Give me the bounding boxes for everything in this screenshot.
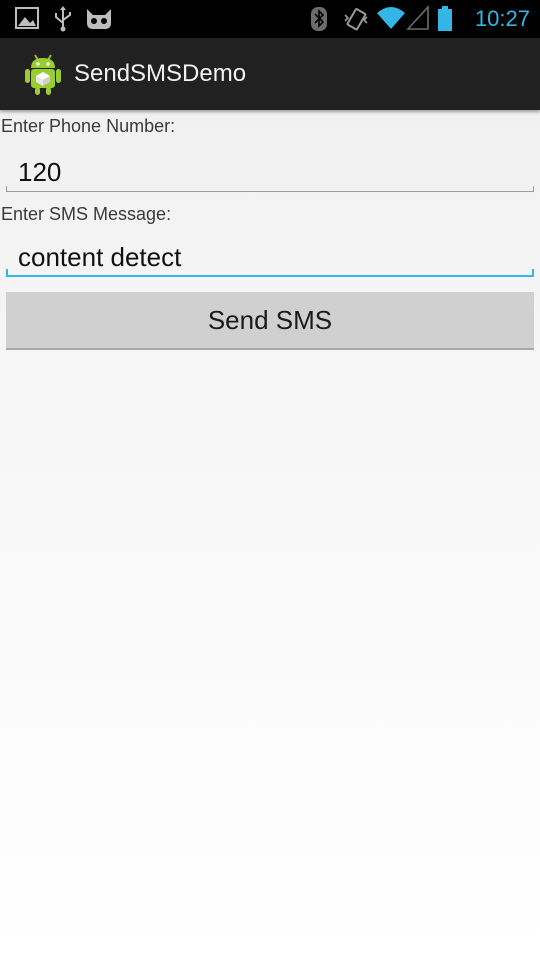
sms-message-value: content detect xyxy=(18,242,182,272)
sms-message-field[interactable]: content detect xyxy=(6,237,534,277)
status-time: 10:27 xyxy=(474,6,530,31)
message-field-tick-left xyxy=(6,269,8,277)
phone-field-tick-right xyxy=(533,186,534,192)
battery-icon xyxy=(438,6,452,31)
signal-icon xyxy=(406,5,429,30)
gallery-icon xyxy=(15,7,39,29)
vibrate-icon xyxy=(344,8,368,31)
android-app-icon[interactable] xyxy=(22,52,64,96)
app-title: SendSMSDemo xyxy=(74,60,247,87)
send-sms-button[interactable]: Send SMS xyxy=(6,292,534,350)
wifi-icon xyxy=(377,7,405,29)
phone-number-field[interactable]: 120 xyxy=(6,152,534,192)
usb-icon xyxy=(55,6,71,32)
bluetooth-icon xyxy=(311,7,327,31)
phone-field-tick-left xyxy=(6,186,7,192)
phone-number-label: Enter Phone Number: xyxy=(1,116,176,136)
cyanogenmod-icon xyxy=(87,9,111,29)
sms-message-label: Enter SMS Message: xyxy=(1,204,172,224)
status-bar: 10:27 xyxy=(0,0,540,38)
action-bar: SendSMSDemo xyxy=(0,38,540,110)
phone-field-underline xyxy=(6,191,534,192)
message-field-tick-right xyxy=(532,269,534,277)
message-field-underline xyxy=(6,275,534,277)
phone-number-value: 120 xyxy=(18,157,62,187)
